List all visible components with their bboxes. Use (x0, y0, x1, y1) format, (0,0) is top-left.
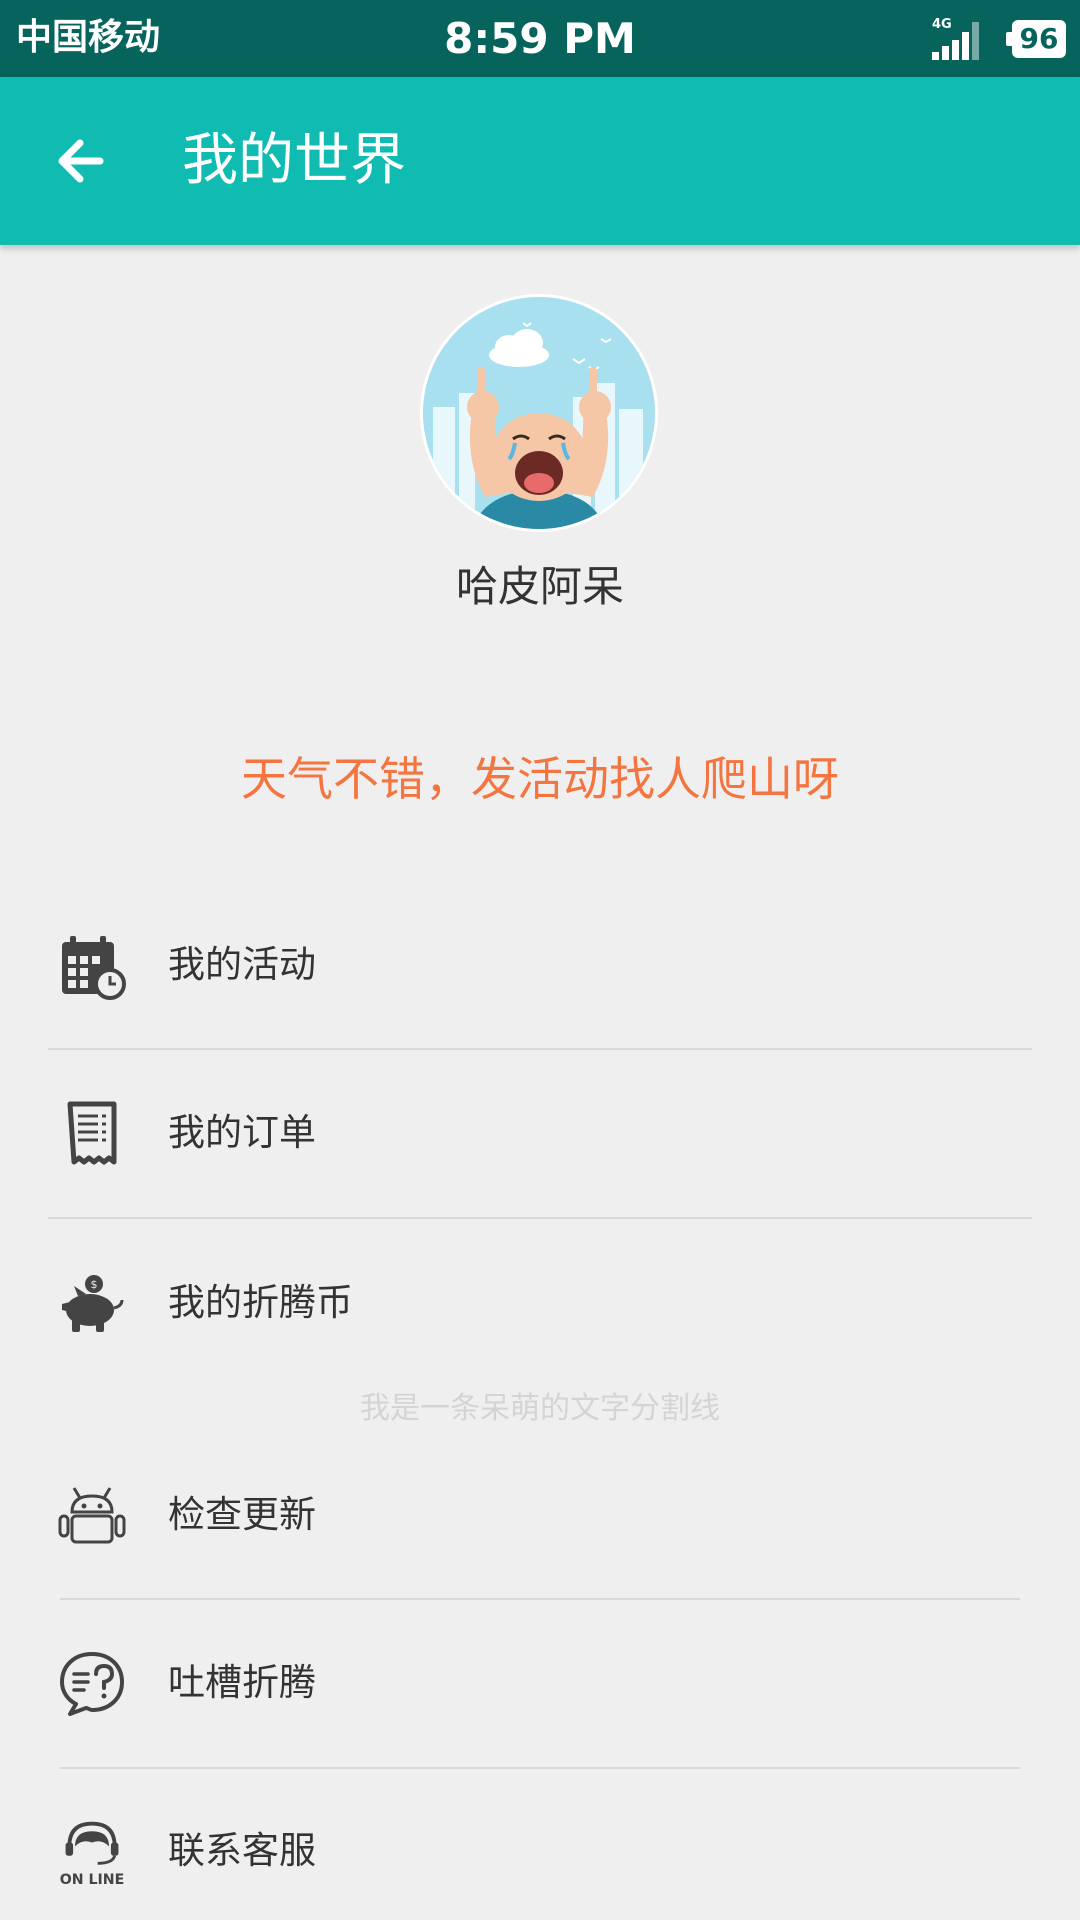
network-type-label: 4G (932, 17, 952, 32)
avatar[interactable] (420, 294, 658, 532)
status-time: 8:59 PM (444, 14, 636, 63)
battery-level: 96 (1019, 22, 1059, 55)
divider (48, 1217, 1032, 1219)
svg-text:$: $ (91, 1278, 98, 1291)
menu-label: 我的活动 (168, 943, 316, 986)
status-bar: 中国移动 8:59 PM 4G 96 (0, 0, 1080, 77)
username: 哈皮阿呆 (455, 562, 624, 611)
menu-label: 检查更新 (168, 1493, 316, 1536)
menu-label: 联系客服 (168, 1829, 316, 1872)
menu-item-feedback[interactable]: 吐槽折腾 (0, 1600, 1080, 1768)
back-arrow-icon[interactable] (44, 121, 124, 201)
menu-item-contact-support[interactable]: ON LINE 联系客服 (0, 1770, 1080, 1920)
receipt-icon (67, 1101, 117, 1165)
promo-slogan[interactable]: 天气不错，发活动找人爬山呀 (0, 748, 1080, 810)
menu-item-my-orders[interactable]: 我的订单 (0, 1050, 1080, 1218)
menu-item-check-update[interactable]: 检查更新 (0, 1432, 1080, 1600)
online-support-icon: ON LINE (60, 1821, 125, 1886)
menu-label: 吐槽折腾 (168, 1661, 316, 1704)
signal-icon: 4G (932, 17, 979, 60)
battery-icon: 96 (1006, 20, 1066, 58)
android-icon (58, 1487, 126, 1544)
menu-label: 我的订单 (168, 1111, 316, 1154)
menu-item-my-activities[interactable]: 我的活动 (0, 882, 1080, 1050)
online-badge-text: ON LINE (60, 1872, 125, 1886)
menu-item-my-coins[interactable]: $ 我的折腾币 (0, 1220, 1080, 1388)
feedback-chat-icon (60, 1652, 124, 1716)
screen: 中国移动 8:59 PM 4G 96 我的世界 哈皮阿呆 天气不错，发活动找人爬… (0, 0, 1080, 1920)
calendar-clock-icon (62, 936, 126, 1000)
avatar-image (423, 297, 655, 529)
divider (60, 1767, 1020, 1769)
page-title: 我的世界 (182, 128, 406, 193)
piggy-bank-icon: $ (62, 1275, 124, 1332)
app-bar: 我的世界 (0, 77, 1080, 245)
text-divider: 我是一条呆萌的文字分割线 (360, 1391, 720, 1426)
menu-label: 我的折腾币 (168, 1281, 353, 1324)
